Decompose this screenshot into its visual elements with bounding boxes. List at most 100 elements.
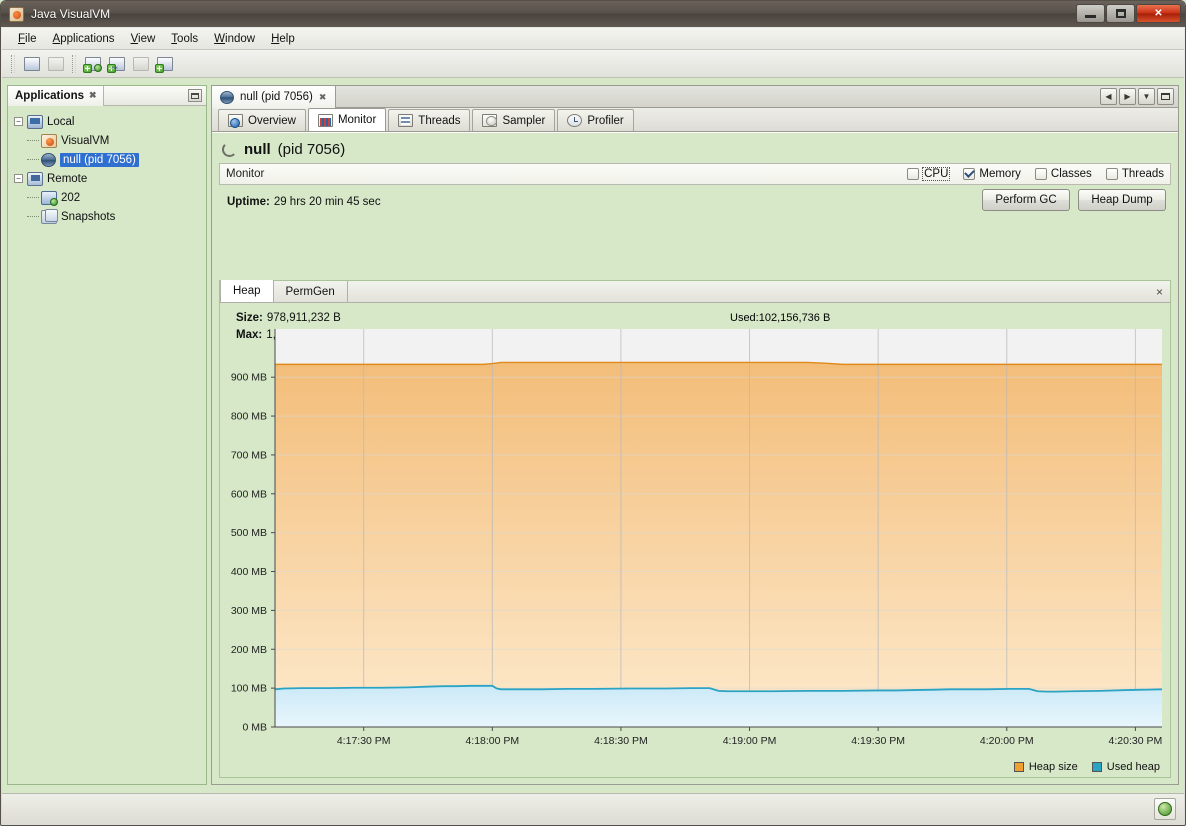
monitor-heading: null (pid 7056) <box>212 133 1178 163</box>
add-jmx-connection-icon[interactable] <box>82 53 103 74</box>
application-window: Java VisualVM ✕ File Applications View T… <box>0 0 1186 826</box>
tree-node-null-pid-7056[interactable]: null (pid 7056) <box>14 150 206 169</box>
close-button[interactable]: ✕ <box>1136 4 1181 23</box>
heap-panel: Heap PermGen × Size: 978,911,232 B Max: … <box>219 280 1171 778</box>
svg-text:500 MB: 500 MB <box>231 527 267 539</box>
tab-label: Profiler <box>587 114 624 127</box>
jvm-icon <box>220 90 234 104</box>
monitor-view: null (pid 7056) Monitor CPU Memory Class… <box>212 133 1178 784</box>
perform-gc-button[interactable]: Perform GC <box>982 189 1070 211</box>
tree-label: VisualVM <box>61 134 110 147</box>
tab-heap[interactable]: Heap <box>220 280 274 302</box>
svg-text:200 MB: 200 MB <box>231 644 267 656</box>
toolbar-grip[interactable] <box>11 54 15 73</box>
tab-threads[interactable]: Threads <box>388 109 471 131</box>
checkbox-classes[interactable]: Classes <box>1034 168 1092 180</box>
checkbox-threads[interactable]: Threads <box>1105 168 1164 180</box>
menu-tools[interactable]: Tools <box>163 30 206 48</box>
chart-legend: Heap size Used heap <box>1013 761 1160 773</box>
document-tab-close-icon[interactable]: ✖ <box>319 92 327 103</box>
menu-file-label: ile <box>25 32 37 45</box>
tab-profiler[interactable]: Profiler <box>557 109 634 131</box>
monitor-section-label: Monitor <box>226 168 265 180</box>
applications-tab[interactable]: Applications ✖ <box>8 85 104 106</box>
application-snapshot-icon[interactable] <box>130 53 151 74</box>
monitor-action-buttons: Perform GC Heap Dump <box>982 189 1166 211</box>
tree-node-202[interactable]: 202 <box>14 188 206 207</box>
close-icon[interactable]: × <box>1156 285 1163 299</box>
heap-size-value: 978,911,232 B <box>266 311 341 324</box>
svg-text:4:20:00 PM: 4:20:00 PM <box>980 735 1034 747</box>
tree-label: Local <box>47 115 75 128</box>
scroll-left-icon[interactable]: ◀ <box>1100 88 1117 105</box>
checkbox-cpu[interactable]: CPU <box>907 167 951 181</box>
add-remote-host-icon[interactable]: JMX <box>106 53 127 74</box>
checkbox-label: Threads <box>1121 168 1164 180</box>
open-snapshot-icon[interactable] <box>21 53 42 74</box>
menu-help[interactable]: Help <box>263 30 303 48</box>
threads-icon <box>398 114 414 127</box>
scroll-right-icon[interactable]: ▶ <box>1119 88 1136 105</box>
maximize-document-button[interactable] <box>1157 88 1174 105</box>
heap-tab-row: Heap PermGen × <box>220 280 1170 303</box>
tree-connector <box>27 216 39 217</box>
tree-node-remote[interactable]: − Remote <box>14 169 206 188</box>
tab-label: Overview <box>248 114 296 127</box>
svg-text:800 MB: 800 MB <box>231 411 267 423</box>
toolbar: JMX <box>2 50 1184 78</box>
window-controls: ✕ <box>1076 4 1181 23</box>
tab-monitor[interactable]: Monitor <box>307 108 387 131</box>
tree-node-visualvm[interactable]: VisualVM <box>14 131 206 150</box>
tree-node-snapshots[interactable]: Snapshots <box>14 207 206 226</box>
status-bar <box>2 793 1184 824</box>
svg-text:700 MB: 700 MB <box>231 449 267 461</box>
checkbox-box[interactable] <box>963 168 976 180</box>
monitor-chart-icon <box>317 113 333 127</box>
expander-icon[interactable]: − <box>14 117 23 126</box>
checkbox-label: CPU <box>922 167 951 181</box>
applications-tab-close-icon[interactable]: ✖ <box>89 90 97 101</box>
tree-label: null (pid 7056) <box>60 152 139 167</box>
tab-sampler[interactable]: Sampler <box>472 109 556 131</box>
toolbar-grip-2[interactable] <box>72 54 76 73</box>
applications-panel: Applications ✖ − Local VisualVM null (pi… <box>7 85 207 785</box>
tab-permgen[interactable]: PermGen <box>274 281 348 302</box>
menu-bar: File Applications View Tools Window Help <box>2 28 1184 50</box>
add-application-icon[interactable] <box>154 53 175 74</box>
checkbox-box[interactable] <box>1105 168 1118 180</box>
jvm-icon <box>41 152 56 167</box>
tree-node-local[interactable]: − Local <box>14 112 206 131</box>
host-icon <box>41 190 58 206</box>
save-snapshot-icon[interactable] <box>45 53 66 74</box>
checkbox-memory[interactable]: Memory <box>963 168 1021 180</box>
checkbox-box[interactable] <box>907 168 920 180</box>
minimize-button[interactable] <box>1076 4 1105 23</box>
legend-label: Heap size <box>1028 761 1078 773</box>
menu-file[interactable]: File <box>10 30 45 48</box>
svg-text:0 MB: 0 MB <box>242 722 267 734</box>
heap-chart[interactable]: 0 MB 100 MB 200 MB 300 MB 400 MB 500 MB 600 MB… <box>220 327 1170 777</box>
document-tab-row: null (pid 7056) ✖ ◀ ▶ ▼ <box>212 86 1178 108</box>
heap-dump-button[interactable]: Heap Dump <box>1078 189 1166 211</box>
heap-used-row: Used: 102,156,736 B <box>730 309 830 326</box>
menu-window[interactable]: Window <box>206 30 263 48</box>
tab-overview[interactable]: Overview <box>218 109 306 131</box>
tree-label: 202 <box>61 191 81 204</box>
heap-chart-svg[interactable]: 0 MB 100 MB 200 MB 300 MB 400 MB 500 MB 600 MB… <box>220 327 1170 785</box>
menu-applications[interactable]: Applications <box>45 30 123 48</box>
checkbox-box[interactable] <box>1034 168 1047 180</box>
menu-view[interactable]: View <box>123 30 164 48</box>
svg-text:300 MB: 300 MB <box>231 605 267 617</box>
document-tab-null-pid-7056[interactable]: null (pid 7056) ✖ <box>212 86 337 108</box>
refresh-icon <box>222 141 237 157</box>
document-nav-buttons: ◀ ▶ ▼ <box>1100 88 1174 105</box>
expander-icon[interactable]: − <box>14 174 23 183</box>
chevron-down-icon[interactable]: ▼ <box>1138 88 1155 105</box>
minimize-panel-button[interactable] <box>188 89 202 102</box>
refresh-status-icon[interactable] <box>1154 798 1176 820</box>
uptime-label: Uptime: <box>227 196 270 208</box>
maximize-button[interactable] <box>1106 4 1135 23</box>
applications-title: Applications <box>15 89 85 102</box>
checkbox-label: Classes <box>1050 168 1092 180</box>
window-title: Java VisualVM <box>31 7 111 21</box>
